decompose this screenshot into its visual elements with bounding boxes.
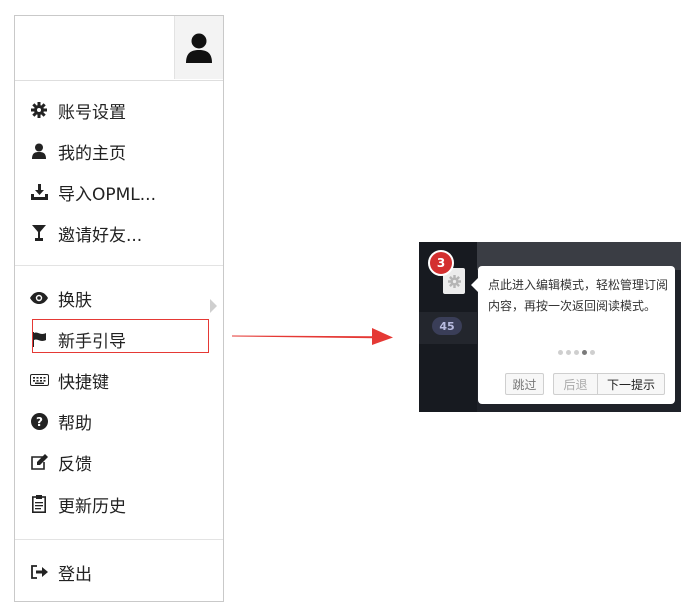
submenu-arrow-icon <box>210 299 217 313</box>
menu-item-label: 我的主页 <box>58 143 126 164</box>
edit-icon <box>28 451 50 473</box>
download-icon <box>28 181 50 203</box>
menu-divider <box>15 265 223 266</box>
tour-screenshot-panel: 3 45 点此进入编辑模式，轻松管理订阅内容，再按一次返回阅读模式。 跳过 后退… <box>419 242 681 412</box>
gear-icon <box>28 99 50 121</box>
menu-item-account-settings[interactable]: 账号设置 <box>28 93 218 127</box>
progress-dot[interactable] <box>558 350 563 355</box>
next-tip-button[interactable]: 下一提示 <box>597 373 665 395</box>
user-icon <box>186 33 212 63</box>
user-avatar-button[interactable] <box>174 16 223 79</box>
menu-item-my-homepage[interactable]: 我的主页 <box>28 134 218 168</box>
menu-item-skin[interactable]: 换肤 <box>28 281 218 315</box>
menu-item-label: 反馈 <box>58 454 92 475</box>
menu-item-label: 邀请好友... <box>58 225 143 246</box>
progress-dot-active[interactable] <box>582 350 587 355</box>
previous-button[interactable]: 后退 <box>553 373 597 395</box>
svg-text:?: ? <box>36 415 43 429</box>
keyboard-icon <box>28 369 50 391</box>
menu-item-import-opml[interactable]: 导入OPML... <box>28 175 218 209</box>
gear-icon <box>447 274 461 288</box>
menu-item-shortcuts[interactable]: 快捷键 <box>28 363 218 397</box>
menu-item-changelog[interactable]: 更新历史 <box>28 487 218 521</box>
tour-step-badge: 3 <box>428 250 454 276</box>
red-arrow-annotation <box>232 328 393 345</box>
user-icon <box>28 140 50 162</box>
tour-popover: 点此进入编辑模式，轻松管理订阅内容，再按一次返回阅读模式。 跳过 后退 下一提示 <box>471 266 675 404</box>
clipboard-icon <box>28 493 50 515</box>
menu-item-label: 导入OPML... <box>58 184 156 205</box>
tour-message: 点此进入编辑模式，轻松管理订阅内容，再按一次返回阅读模式。 <box>488 278 669 313</box>
menu-divider <box>15 539 223 540</box>
unread-count-badge: 45 <box>432 317 462 335</box>
progress-dot[interactable] <box>590 350 595 355</box>
sign-out-icon <box>28 561 50 583</box>
progress-dot[interactable] <box>574 350 579 355</box>
menu-item-label: 更新历史 <box>58 496 126 517</box>
question-circle-icon: ? <box>28 410 50 432</box>
cocktail-glass-icon <box>28 222 50 244</box>
skip-button[interactable]: 跳过 <box>505 373 544 395</box>
highlight-annotation-box <box>32 319 209 353</box>
menu-item-help[interactable]: ? 帮助 <box>28 404 218 438</box>
menu-item-label: 换肤 <box>58 290 92 311</box>
user-dropdown-menu: 账号设置 我的主页 导入OPML... 邀请好友... 换肤 新手引导 快捷键 … <box>14 15 224 602</box>
menu-item-label: 登出 <box>58 564 92 585</box>
eye-icon <box>28 287 50 309</box>
menu-header <box>15 16 223 81</box>
menu-item-feedback[interactable]: 反馈 <box>28 445 218 479</box>
menu-item-label: 帮助 <box>58 413 92 434</box>
menu-item-label: 快捷键 <box>58 372 109 393</box>
menu-item-invite-friends[interactable]: 邀请好友... <box>28 216 218 250</box>
menu-item-logout[interactable]: 登出 <box>28 555 218 589</box>
progress-dot[interactable] <box>566 350 571 355</box>
menu-item-label: 账号设置 <box>58 102 126 123</box>
tour-progress-dots <box>478 350 675 355</box>
